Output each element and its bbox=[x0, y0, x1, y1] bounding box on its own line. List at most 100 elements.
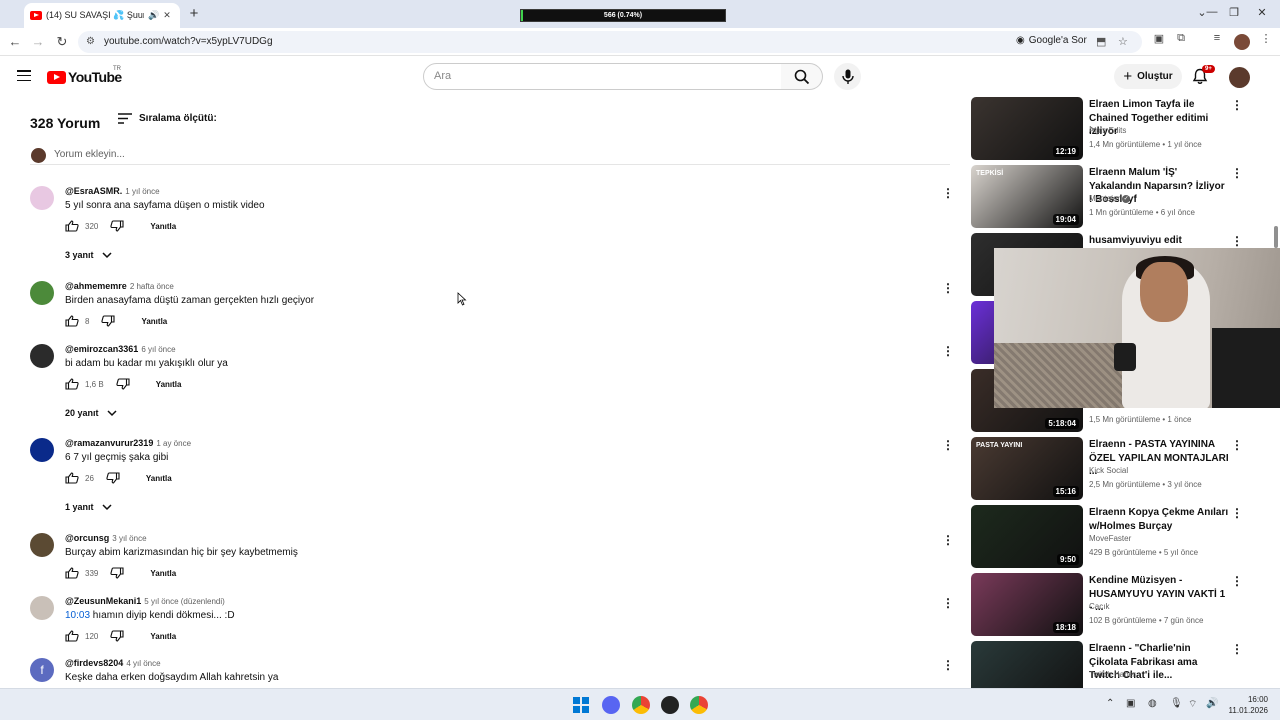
youtube-account-avatar[interactable] bbox=[1229, 67, 1250, 88]
timestamp-link[interactable]: 10:03 bbox=[65, 610, 90, 621]
new-tab-button[interactable]: + bbox=[186, 5, 202, 22]
scrollbar-thumb[interactable] bbox=[1274, 226, 1278, 248]
obs-app-icon[interactable] bbox=[661, 696, 679, 714]
video-title[interactable]: Kendine Müzisyen - HUSAMYUYU YAYIN VAKTİ… bbox=[1089, 574, 1229, 615]
comment-author[interactable]: @ZeusunMekani1 5 yıl önce (düzenlendi) bbox=[65, 596, 225, 606]
video-thumbnail[interactable]: 18:18 bbox=[971, 573, 1083, 636]
reply-button[interactable]: Yanıtla bbox=[150, 632, 176, 641]
reply-button[interactable]: Yanıtla bbox=[146, 474, 172, 483]
close-tab-icon[interactable]: ✕ bbox=[162, 10, 172, 21]
bookmark-star-icon[interactable]: ☆ bbox=[1118, 35, 1128, 48]
channel-name[interactable]: MoveFaster bbox=[1089, 534, 1131, 543]
google-lens-button[interactable]: ◉ Google'a Sor bbox=[1016, 35, 1087, 46]
tray-mic-icon[interactable]: 🎙 bbox=[1170, 698, 1183, 709]
video-thumbnail[interactable]: PASTA YAYINI 15:16 bbox=[971, 437, 1083, 500]
video-thumbnail[interactable] bbox=[971, 641, 1083, 688]
tray-chevron-icon[interactable]: ⌃ bbox=[1106, 698, 1114, 709]
dislike-icon[interactable] bbox=[110, 630, 124, 642]
commenter-avatar[interactable] bbox=[30, 344, 54, 368]
sort-button[interactable]: Sıralama ölçütü: bbox=[118, 113, 217, 124]
forward-button[interactable]: → bbox=[29, 34, 47, 50]
hamburger-menu-icon[interactable] bbox=[17, 70, 31, 82]
dislike-icon[interactable] bbox=[101, 315, 116, 327]
channel-name[interactable]: Kick Social bbox=[1089, 466, 1128, 475]
search-button[interactable] bbox=[781, 63, 823, 90]
comment-time[interactable]: 1 yıl önce bbox=[125, 187, 159, 196]
like-icon[interactable] bbox=[65, 315, 79, 327]
like-icon[interactable] bbox=[65, 567, 79, 579]
discord-app-icon[interactable] bbox=[602, 696, 620, 714]
channel-name[interactable]: Twitch Haber bbox=[1089, 670, 1136, 679]
minimize-button[interactable]: — bbox=[1202, 6, 1222, 18]
comment-more-icon[interactable]: ⋮ bbox=[942, 534, 954, 546]
chrome-profile-avatar[interactable] bbox=[1234, 34, 1250, 50]
view-replies-button[interactable]: 20 yanıt bbox=[65, 408, 117, 418]
like-icon[interactable] bbox=[65, 220, 79, 232]
commenter-avatar[interactable] bbox=[30, 533, 54, 557]
channel-name[interactable]: Alpis Edits bbox=[1089, 126, 1126, 135]
comment-more-icon[interactable]: ⋮ bbox=[942, 345, 954, 357]
like-icon[interactable] bbox=[65, 630, 79, 642]
commenter-avatar[interactable] bbox=[30, 438, 54, 462]
speaker-icon[interactable]: 🔊 bbox=[148, 10, 159, 21]
comment-more-icon[interactable]: ⋮ bbox=[942, 659, 954, 671]
tray-network-app-icon[interactable]: ◍ bbox=[1148, 698, 1157, 709]
recommended-video[interactable]: PASTA YAYINI 15:16 Elraenn - PASTA YAYINI… bbox=[970, 437, 1260, 501]
comment-author[interactable]: @ramazanvurur2319 1 ay önce bbox=[65, 438, 191, 448]
dislike-icon[interactable] bbox=[110, 220, 124, 232]
like-icon[interactable] bbox=[65, 378, 79, 390]
view-replies-button[interactable]: 3 yanıt bbox=[65, 250, 112, 260]
comment-time[interactable]: 3 yıl önce bbox=[112, 534, 146, 543]
recommended-video[interactable]: 18:18 Kendine Müzisyen - HUSAMYUYU YAYIN… bbox=[970, 573, 1260, 637]
create-button[interactable]: + Oluştur bbox=[1114, 64, 1182, 89]
channel-name[interactable]: Cacık bbox=[1089, 602, 1109, 611]
comment-more-icon[interactable]: ⋮ bbox=[942, 282, 954, 294]
comment-time[interactable]: 4 yıl önce bbox=[126, 659, 160, 668]
commenter-avatar[interactable]: f bbox=[30, 658, 54, 682]
comment-time[interactable]: 2 hafta önce bbox=[130, 282, 174, 291]
omnibox[interactable]: ⚙ youtube.com/watch?v=x5ypLV7UDGg ◉ Googl… bbox=[78, 31, 1142, 53]
recommended-video[interactable]: TEPKİSİ 19:04 Elraenn Malum 'İŞ' Yakaland… bbox=[970, 165, 1260, 229]
windows-start-icon[interactable] bbox=[573, 697, 589, 713]
video-more-icon[interactable]: ⋮ bbox=[1231, 167, 1243, 179]
reply-button[interactable]: Yanıtla bbox=[150, 569, 176, 578]
maximize-button[interactable]: ❐ bbox=[1224, 6, 1244, 19]
comment-author[interactable]: @firdevs8204 4 yıl önce bbox=[65, 658, 161, 668]
video-thumbnail[interactable]: 12:19 bbox=[971, 97, 1083, 160]
dislike-icon[interactable] bbox=[110, 567, 124, 579]
reading-list-icon[interactable]: ≡ bbox=[1208, 32, 1226, 44]
chrome-menu-icon[interactable]: ⋮ bbox=[1257, 32, 1275, 45]
commenter-avatar[interactable] bbox=[30, 596, 54, 620]
youtube-logo[interactable]: YouTube bbox=[47, 69, 122, 85]
voice-search-button[interactable] bbox=[834, 63, 861, 90]
back-button[interactable]: ← bbox=[6, 34, 24, 50]
system-clock[interactable]: 16:00 11.01.2026 bbox=[1228, 694, 1268, 716]
comment-time[interactable]: 5 yıl önce (düzenlendi) bbox=[144, 597, 225, 606]
tray-nvidia-icon[interactable]: ▣ bbox=[1126, 698, 1135, 709]
reload-button[interactable]: ↻ bbox=[53, 34, 71, 50]
video-more-icon[interactable]: ⋮ bbox=[1231, 507, 1243, 519]
browser-tab-active[interactable]: (14) SU SAVAŞI 💦 Şuursuz 🔊 ✕ bbox=[24, 3, 180, 28]
video-title[interactable]: Elraenn Kopya Çekme Anıları w/Holmes Bur… bbox=[1089, 506, 1229, 533]
reply-button[interactable]: Yanıtla bbox=[156, 380, 182, 389]
dislike-icon[interactable] bbox=[106, 472, 120, 484]
video-thumbnail[interactable]: TEPKİSİ 19:04 bbox=[971, 165, 1083, 228]
close-window-button[interactable]: ✕ bbox=[1252, 6, 1272, 19]
reply-button[interactable]: Yanıtla bbox=[141, 317, 167, 326]
comment-author[interactable]: @emirozcan3361 6 yıl önce bbox=[65, 344, 176, 354]
reply-button[interactable]: Yanıtla bbox=[150, 222, 176, 231]
commenter-avatar[interactable] bbox=[30, 186, 54, 210]
video-more-icon[interactable]: ⋮ bbox=[1231, 643, 1243, 655]
video-thumbnail[interactable]: 9:50 bbox=[971, 505, 1083, 568]
video-more-icon[interactable]: ⋮ bbox=[1231, 99, 1243, 111]
add-comment-input[interactable]: Yorum ekleyin... bbox=[54, 149, 125, 160]
commenter-avatar[interactable] bbox=[30, 281, 54, 305]
comment-more-icon[interactable]: ⋮ bbox=[942, 597, 954, 609]
comment-author[interactable]: @ahmememre 2 hafta önce bbox=[65, 281, 174, 291]
puzzle-icon[interactable]: ⧉ bbox=[1172, 32, 1190, 45]
comment-author[interactable]: @EsraASMR. 1 yıl önce bbox=[65, 186, 160, 196]
comment-time[interactable]: 1 ay önce bbox=[156, 439, 191, 448]
comment-more-icon[interactable]: ⋮ bbox=[942, 187, 954, 199]
comment-time[interactable]: 6 yıl önce bbox=[141, 345, 175, 354]
view-replies-button[interactable]: 1 yanıt bbox=[65, 502, 112, 512]
